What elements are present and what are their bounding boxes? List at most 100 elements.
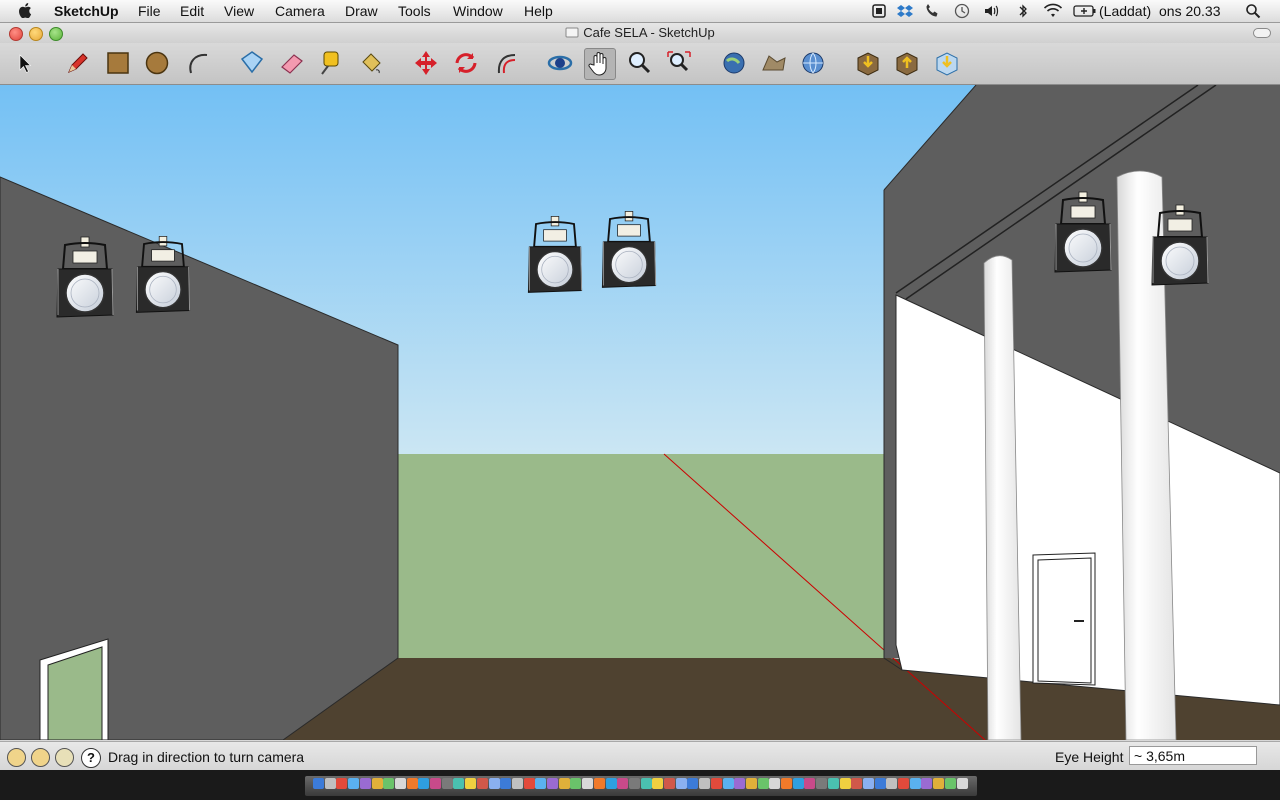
eraser-tool-button[interactable] — [277, 48, 307, 78]
dock-app-icon[interactable] — [371, 778, 383, 789]
pencil-tool-button[interactable] — [62, 48, 92, 78]
dock-app-icon[interactable] — [909, 778, 921, 789]
zoom-tool-button[interactable] — [624, 48, 654, 78]
dock-app-icon[interactable] — [675, 778, 687, 789]
dock-app-icon[interactable] — [336, 778, 348, 789]
dock-app-icon[interactable] — [898, 778, 909, 789]
dock-app-icon[interactable] — [476, 778, 488, 789]
dock-app-icon[interactable] — [699, 778, 711, 789]
dock-app-icon[interactable] — [453, 778, 465, 789]
dock-app-icon[interactable] — [406, 778, 418, 789]
dock-app-icon[interactable] — [313, 778, 324, 789]
dock-app-icon[interactable] — [710, 778, 722, 789]
measurements-input[interactable]: ~ 3,65m — [1129, 746, 1257, 765]
tape-measure-tool-button[interactable] — [316, 48, 346, 78]
dock-app-icon[interactable] — [488, 778, 500, 789]
dock-app-icon[interactable] — [628, 778, 640, 789]
battery-icon[interactable] — [1073, 3, 1097, 19]
dock-app-icon[interactable] — [511, 778, 523, 789]
menu-file[interactable]: File — [138, 3, 161, 19]
select-tool-button[interactable] — [8, 48, 38, 78]
menu-help[interactable]: Help — [524, 3, 553, 19]
dock-app-icon[interactable] — [722, 778, 734, 789]
menu-tools[interactable]: Tools — [398, 3, 431, 19]
scene-canvas[interactable] — [0, 85, 1280, 740]
dock-app-icon[interactable] — [804, 778, 816, 789]
move-tool-button[interactable] — [411, 48, 441, 78]
wifi-icon[interactable] — [1043, 3, 1063, 19]
dock-app-icon[interactable] — [933, 778, 945, 789]
user-icon[interactable] — [55, 748, 74, 767]
get-models-warehouse-button[interactable] — [853, 48, 883, 78]
dock-app-icon[interactable] — [430, 778, 441, 789]
rotate-tool-button[interactable] — [451, 48, 481, 78]
dock-app-icon[interactable] — [570, 778, 582, 789]
dock-app-icon[interactable] — [348, 778, 360, 789]
dock-app-icon[interactable] — [500, 778, 512, 789]
menu-view[interactable]: View — [224, 3, 254, 19]
geo-location-icon[interactable] — [7, 748, 26, 767]
apple-menu-icon[interactable] — [18, 3, 32, 18]
dropbox-sync-icon[interactable] — [871, 3, 887, 19]
pan-tool-button[interactable] — [584, 48, 616, 80]
dock-app-icon[interactable] — [664, 778, 675, 789]
modeling-viewport[interactable] — [0, 85, 1280, 740]
menu-window[interactable]: Window — [453, 3, 503, 19]
toolbar-toggle-button[interactable] — [1253, 28, 1271, 38]
menu-camera[interactable]: Camera — [275, 3, 325, 19]
dock-app-icon[interactable] — [839, 778, 851, 789]
dock-app-icon[interactable] — [792, 778, 804, 789]
dock-app-icon[interactable] — [652, 778, 664, 789]
dock-app-icon[interactable] — [769, 778, 781, 789]
dock-app-icon[interactable] — [547, 778, 558, 789]
dock-app-icon[interactable] — [816, 778, 828, 789]
get-models-tool-button[interactable] — [719, 48, 749, 78]
dock-app-icon[interactable] — [605, 778, 617, 789]
time-machine-icon[interactable] — [954, 3, 970, 19]
phone-icon[interactable] — [924, 3, 940, 19]
dock-app-icon[interactable] — [921, 778, 933, 789]
dock-app-icon[interactable] — [582, 778, 594, 789]
dock-app-icon[interactable] — [617, 778, 629, 789]
dock-app-icon[interactable] — [640, 778, 652, 789]
offset-tool-button[interactable] — [491, 48, 521, 78]
menu-clock[interactable]: ons 20.33 — [1159, 3, 1221, 19]
orbit-tool-button[interactable] — [545, 48, 575, 78]
dropbox-icon[interactable] — [897, 3, 913, 19]
dock-app-icon[interactable] — [956, 778, 968, 789]
menu-draw[interactable]: Draw — [345, 3, 378, 19]
dock-app-icon[interactable] — [441, 778, 453, 789]
dock-app-icon[interactable] — [324, 778, 336, 789]
circle-tool-button[interactable] — [142, 48, 172, 78]
dock-app-icon[interactable] — [781, 778, 792, 789]
credits-icon[interactable] — [31, 748, 50, 767]
paint-bucket-tool-button[interactable] — [356, 48, 386, 78]
dock-app-icon[interactable] — [359, 778, 371, 789]
instructor-help-icon[interactable]: ? — [81, 748, 101, 768]
menu-app-sketchup[interactable]: SketchUp — [54, 3, 119, 19]
dock-app-icon[interactable] — [944, 778, 956, 789]
share-model-warehouse-button[interactable] — [892, 48, 922, 78]
dock-app-icon[interactable] — [558, 778, 570, 789]
dock-app-icon[interactable] — [874, 778, 886, 789]
dock-app-icon[interactable] — [886, 778, 898, 789]
dock-app-icon[interactable] — [465, 778, 477, 789]
rectangle-tool-button[interactable] — [103, 48, 133, 78]
dock-app-icon[interactable] — [757, 778, 769, 789]
dock-app-icon[interactable] — [687, 778, 699, 789]
dock-app-icon[interactable] — [827, 778, 839, 789]
dock-app-icon[interactable] — [523, 778, 535, 789]
dock-app-icon[interactable] — [383, 778, 395, 789]
dock-app-icon[interactable] — [593, 778, 605, 789]
arc-tool-button[interactable] — [183, 48, 213, 78]
spotlight-search-icon[interactable] — [1245, 3, 1261, 19]
bluetooth-icon[interactable] — [1015, 3, 1031, 19]
make-component-tool-button[interactable] — [237, 48, 267, 78]
document-proxy-icon[interactable] — [565, 27, 579, 38]
menu-edit[interactable]: Edit — [180, 3, 204, 19]
zoom-extents-tool-button[interactable] — [664, 48, 694, 78]
send-to-layout-button[interactable] — [932, 48, 962, 78]
dock-app-icon[interactable] — [418, 778, 430, 789]
photo-textures-tool-button[interactable] — [798, 48, 828, 78]
dock-app-icon[interactable] — [734, 778, 746, 789]
